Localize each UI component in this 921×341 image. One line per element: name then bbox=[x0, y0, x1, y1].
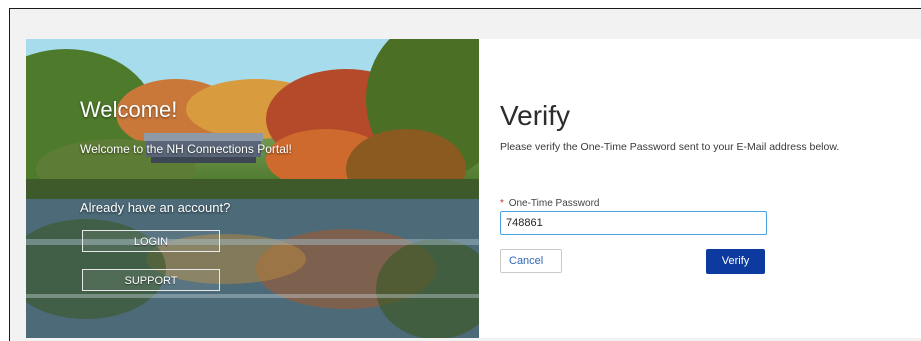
page-frame: Welcome! Welcome to the NH Connections P… bbox=[9, 8, 921, 341]
otp-label: * One-Time Password bbox=[500, 198, 599, 209]
support-button[interactable]: SUPPORT bbox=[82, 269, 220, 291]
page-title: Verify bbox=[500, 100, 571, 131]
account-question: Already have an account? bbox=[80, 200, 231, 215]
otp-label-text: One-Time Password bbox=[508, 198, 600, 209]
required-marker: * bbox=[500, 198, 504, 209]
welcome-title: Welcome! bbox=[80, 97, 178, 122]
landscape-image bbox=[26, 39, 479, 338]
otp-input[interactable] bbox=[500, 211, 767, 235]
welcome-subtitle: Welcome to the NH Connections Portal! bbox=[80, 142, 292, 156]
login-button[interactable]: LOGIN bbox=[82, 230, 220, 252]
verify-description: Please verify the One-Time Password sent… bbox=[500, 141, 840, 153]
verify-panel: Verify Please verify the One-Time Passwo… bbox=[479, 39, 921, 338]
verify-button[interactable]: Verify bbox=[706, 249, 765, 274]
hero-image-panel: Welcome! Welcome to the NH Connections P… bbox=[26, 39, 479, 338]
cancel-button[interactable]: Cancel bbox=[500, 249, 562, 273]
